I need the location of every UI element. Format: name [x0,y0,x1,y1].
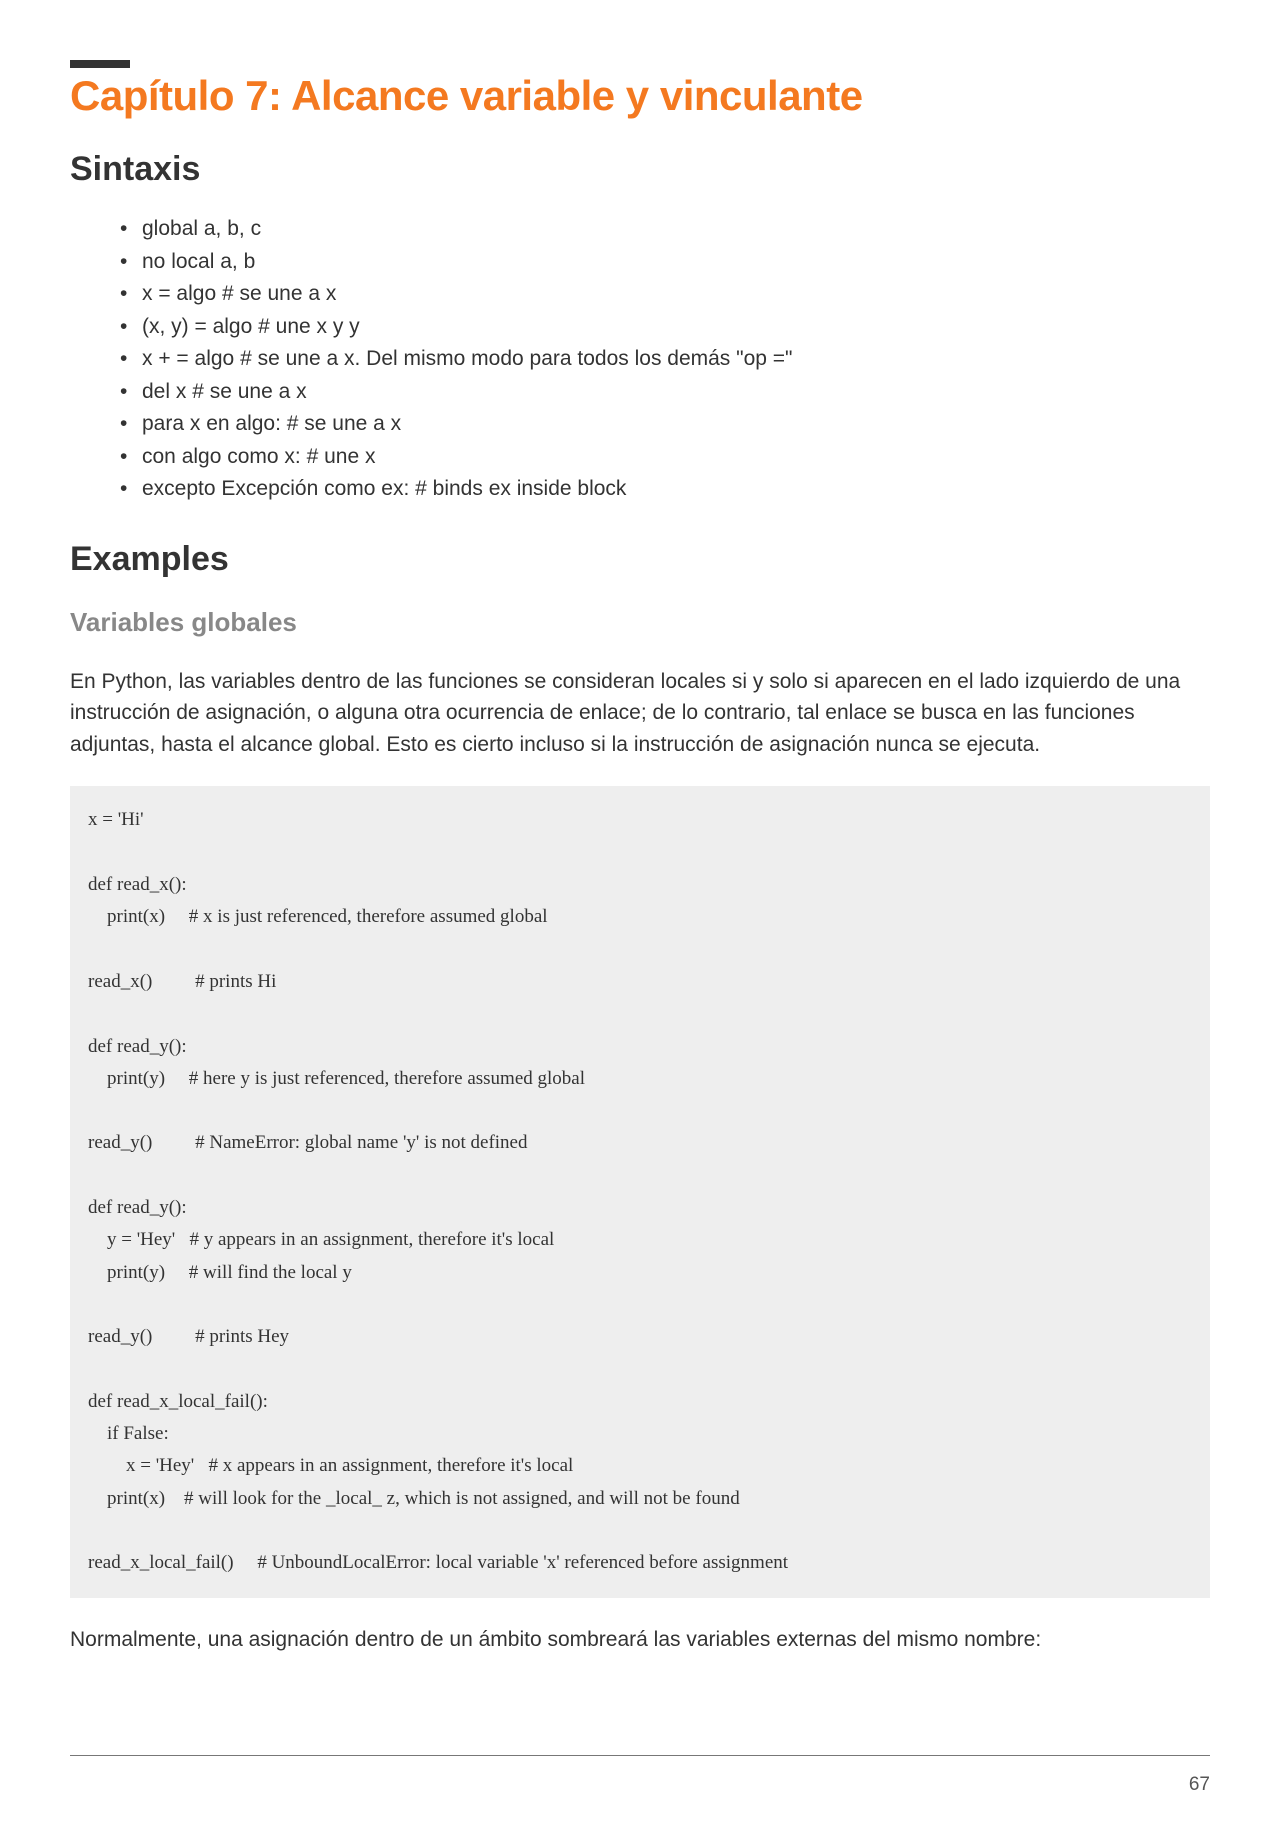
list-item: para x en algo: # se une a x [120,408,1210,441]
syntax-heading: Sintaxis [70,150,1210,189]
syntax-list: global a, b, c no local a, b x = algo # … [120,213,1210,506]
list-item: no local a, b [120,246,1210,279]
outro-paragraph: Normalmente, una asignación dentro de un… [70,1624,1210,1656]
examples-subsection: Variables globales [70,607,1210,638]
page-number: 67 [70,1774,1210,1796]
chapter-title: Capítulo 7: Alcance variable y vinculant… [70,72,1210,120]
code-block: x = 'Hi' def read_x(): print(x) # x is j… [70,786,1210,1597]
list-item: x = algo # se une a x [120,278,1210,311]
chapter-title-rule [70,60,130,68]
list-item: global a, b, c [120,213,1210,246]
list-item: con algo como x: # une x [120,441,1210,474]
intro-paragraph: En Python, las variables dentro de las f… [70,666,1210,761]
list-item: (x, y) = algo # une x y y [120,311,1210,344]
examples-heading: Examples [70,540,1210,579]
list-item: x + = algo # se une a x. Del mismo modo … [120,343,1210,376]
footer-rule [70,1755,1210,1756]
list-item: del x # se une a x [120,376,1210,409]
list-item: excepto Excepción como ex: # binds ex in… [120,473,1210,506]
